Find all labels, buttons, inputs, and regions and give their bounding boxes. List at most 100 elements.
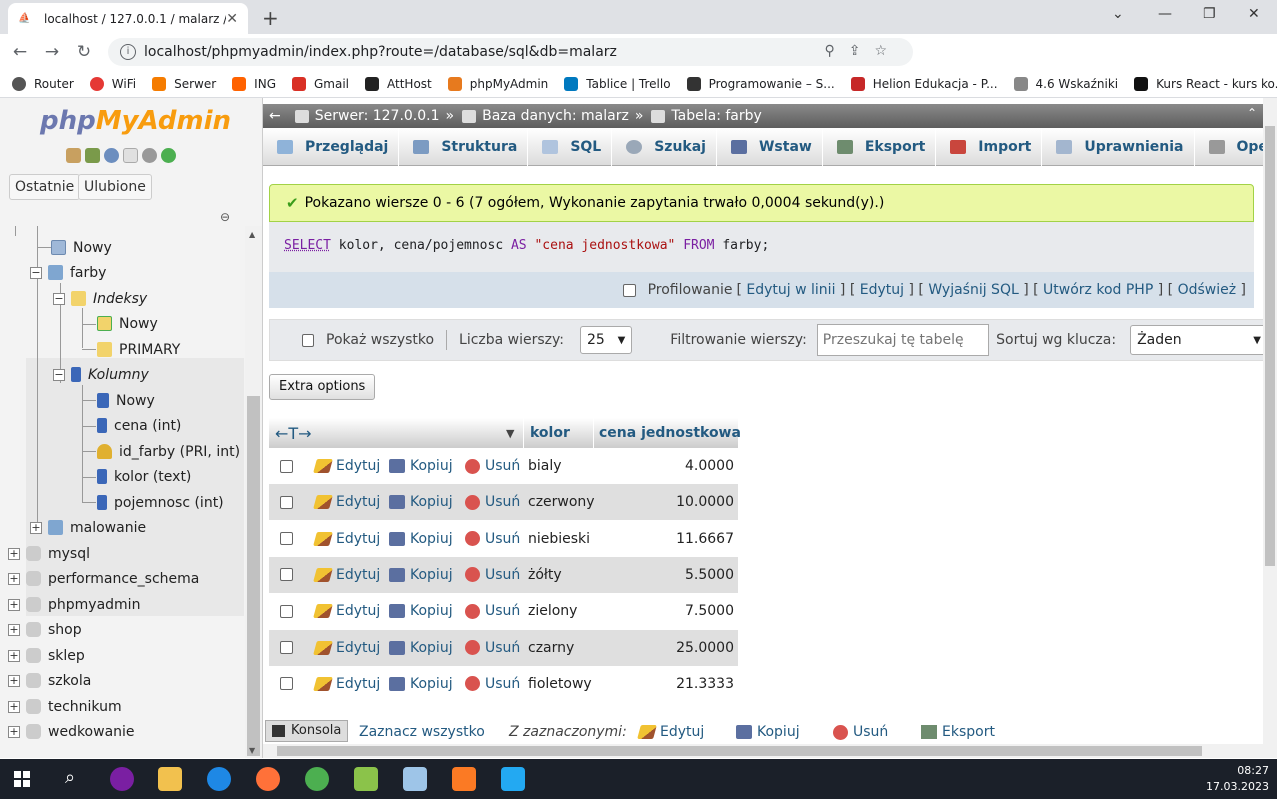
profiling-checkbox[interactable]	[622, 283, 636, 297]
expand-icon[interactable]: +	[8, 598, 20, 611]
sql-keyword[interactable]: SELECT	[284, 238, 331, 253]
rows-select[interactable]: 25 ▼	[580, 326, 633, 354]
bookmark-item[interactable]: Router	[12, 76, 74, 91]
edit-link[interactable]: Edytuj	[860, 282, 904, 298]
column-options-icon[interactable]: ▼	[506, 418, 514, 448]
firefox-icon[interactable]	[256, 767, 280, 791]
tree-db-mysql[interactable]: + mysql	[8, 541, 90, 566]
chevron-down-icon[interactable]: ⌄	[1112, 6, 1124, 22]
expand-icon[interactable]: +	[30, 521, 42, 534]
refresh-link[interactable]: Odśwież	[1178, 282, 1237, 298]
create-php-link[interactable]: Utwórz kod PHP	[1043, 282, 1153, 298]
row-edit-button[interactable]: Edytuj	[313, 448, 380, 484]
tree-db-phpmyadmin[interactable]: + phpmyadmin	[8, 592, 140, 617]
tree-db-szkola[interactable]: + szkola	[8, 668, 91, 693]
tree-db-technikum[interactable]: + technikum	[8, 694, 122, 719]
collapse-sidebar-icon[interactable]: ←	[269, 108, 281, 124]
breadcrumb-server[interactable]: Serwer: 127.0.0.1	[315, 108, 440, 124]
bulk-delete-button[interactable]: Usuń	[833, 724, 888, 740]
select-all-link[interactable]: Zaznacz wszystko	[359, 724, 485, 740]
breadcrumb-database[interactable]: Baza danych: malarz	[482, 108, 629, 124]
share-icon[interactable]: ⇪	[849, 43, 875, 59]
help-icon[interactable]	[104, 148, 119, 163]
tab-insert[interactable]: Wstaw	[717, 128, 823, 166]
tree-indexes[interactable]: − Indeksy	[53, 286, 147, 311]
expand-icon[interactable]: +	[8, 725, 20, 738]
tree-index-primary[interactable]: PRIMARY	[97, 337, 180, 362]
bookmark-item[interactable]: Serwer	[152, 76, 216, 91]
bookmark-star-icon[interactable]: ☆	[874, 43, 901, 59]
column-header-cena[interactable]: cena jednostkowa	[593, 418, 741, 448]
tab-search[interactable]: Szukaj	[612, 128, 717, 166]
bookmark-item[interactable]: WiFi	[89, 76, 136, 91]
tree-column-cena[interactable]: cena (int)	[97, 413, 181, 438]
cell-cena[interactable]: 7.5000	[593, 593, 734, 629]
row-edit-button[interactable]: Edytuj	[313, 593, 380, 629]
cell-cena[interactable]: 25.0000	[593, 630, 734, 666]
address-bar[interactable]: i localhost/phpmyadmin/index.php?route=/…	[108, 38, 913, 66]
tab-import[interactable]: Import	[936, 128, 1043, 166]
bulk-export-button[interactable]: Eksport	[921, 724, 995, 740]
back-button[interactable]: ←	[4, 42, 36, 62]
bulk-edit-button[interactable]: Edytuj	[637, 724, 704, 740]
row-copy-button[interactable]: Kopiuj	[389, 557, 453, 593]
browser-tab[interactable]: ⛵ localhost / 127.0.0.1 / malarz / fa ✕	[8, 3, 248, 34]
bookmark-item[interactable]: Kurs React - kurs ko...	[1134, 76, 1277, 91]
row-copy-button[interactable]: Kopiuj	[389, 448, 453, 484]
row-copy-button[interactable]: Kopiuj	[389, 484, 453, 520]
scroll-down-icon[interactable]: ▼	[249, 746, 255, 755]
cell-cena[interactable]: 21.3333	[593, 666, 734, 702]
sidebar-scrollbar[interactable]: ▲ ▼	[245, 226, 262, 758]
zoom-icon[interactable]: ⚲	[824, 43, 848, 59]
show-all-checkbox[interactable]	[302, 333, 315, 347]
tree-columns[interactable]: − Kolumny	[53, 362, 149, 387]
tab-browse[interactable]: Przeglądaj	[263, 128, 400, 166]
edge-icon[interactable]	[207, 767, 231, 791]
tab-export[interactable]: Eksport	[823, 128, 937, 166]
sort-select[interactable]: Żaden ▼	[1130, 325, 1268, 355]
tab-privileges[interactable]: Uprawnienia	[1042, 128, 1195, 166]
cell-cena[interactable]: 11.6667	[593, 521, 734, 557]
filter-input[interactable]: Przeszukaj tę tabelę	[816, 324, 990, 356]
page-scroll-thumb[interactable]	[1265, 126, 1275, 566]
bookmark-item[interactable]: Tablice | Trello	[564, 76, 671, 91]
minimize-button[interactable]: —	[1158, 6, 1172, 22]
row-delete-button[interactable]: Usuń	[465, 557, 520, 593]
app-icon[interactable]	[110, 767, 134, 791]
reload-icon[interactable]	[161, 148, 176, 163]
tree-db-performance-schema[interactable]: + performance_schema	[8, 566, 199, 591]
reload-button[interactable]: ↻	[68, 42, 100, 62]
row-delete-button[interactable]: Usuń	[465, 593, 520, 629]
row-copy-button[interactable]: Kopiuj	[389, 593, 453, 629]
row-edit-button[interactable]: Edytuj	[313, 521, 380, 557]
xampp-icon[interactable]	[452, 767, 476, 791]
row-delete-button[interactable]: Usuń	[465, 484, 520, 520]
collapse-icon[interactable]: −	[30, 266, 42, 279]
expand-icon[interactable]: +	[8, 649, 20, 662]
notepad-icon[interactable]	[354, 767, 378, 791]
cell-kolor[interactable]: czerwony	[528, 484, 595, 520]
tab-structure[interactable]: Struktura	[399, 128, 529, 166]
row-copy-button[interactable]: Kopiuj	[389, 666, 453, 702]
row-checkbox[interactable]	[280, 593, 293, 629]
show-all-label[interactable]: Pokaż wszystko	[326, 332, 434, 348]
docs-icon[interactable]	[123, 148, 138, 163]
link-icon[interactable]: ⊖	[220, 210, 230, 224]
cell-kolor[interactable]: zielony	[528, 593, 577, 629]
close-window-button[interactable]: ✕	[1248, 6, 1260, 22]
breadcrumb-table[interactable]: Tabela: farby	[671, 108, 761, 124]
home-icon[interactable]	[66, 148, 81, 163]
extra-options-button[interactable]: Extra options	[269, 374, 376, 400]
row-copy-button[interactable]: Kopiuj	[389, 521, 453, 557]
close-tab-icon[interactable]: ✕	[226, 11, 238, 27]
row-checkbox[interactable]	[280, 448, 293, 484]
sql-query[interactable]: SELECT kolor, cena/pojemnosc AS "cena je…	[269, 222, 1254, 272]
bookmark-item[interactable]: phpMyAdmin	[447, 76, 548, 91]
tree-new-column[interactable]: Nowy	[97, 388, 155, 413]
explain-sql-link[interactable]: Wyjaśnij SQL	[928, 282, 1018, 298]
row-checkbox[interactable]	[280, 521, 293, 557]
column-resize-arrows[interactable]: ←T→	[275, 418, 312, 448]
row-checkbox[interactable]	[280, 630, 293, 666]
collapse-icon[interactable]: −	[53, 292, 65, 305]
tree-db-shop[interactable]: + shop	[8, 617, 82, 642]
